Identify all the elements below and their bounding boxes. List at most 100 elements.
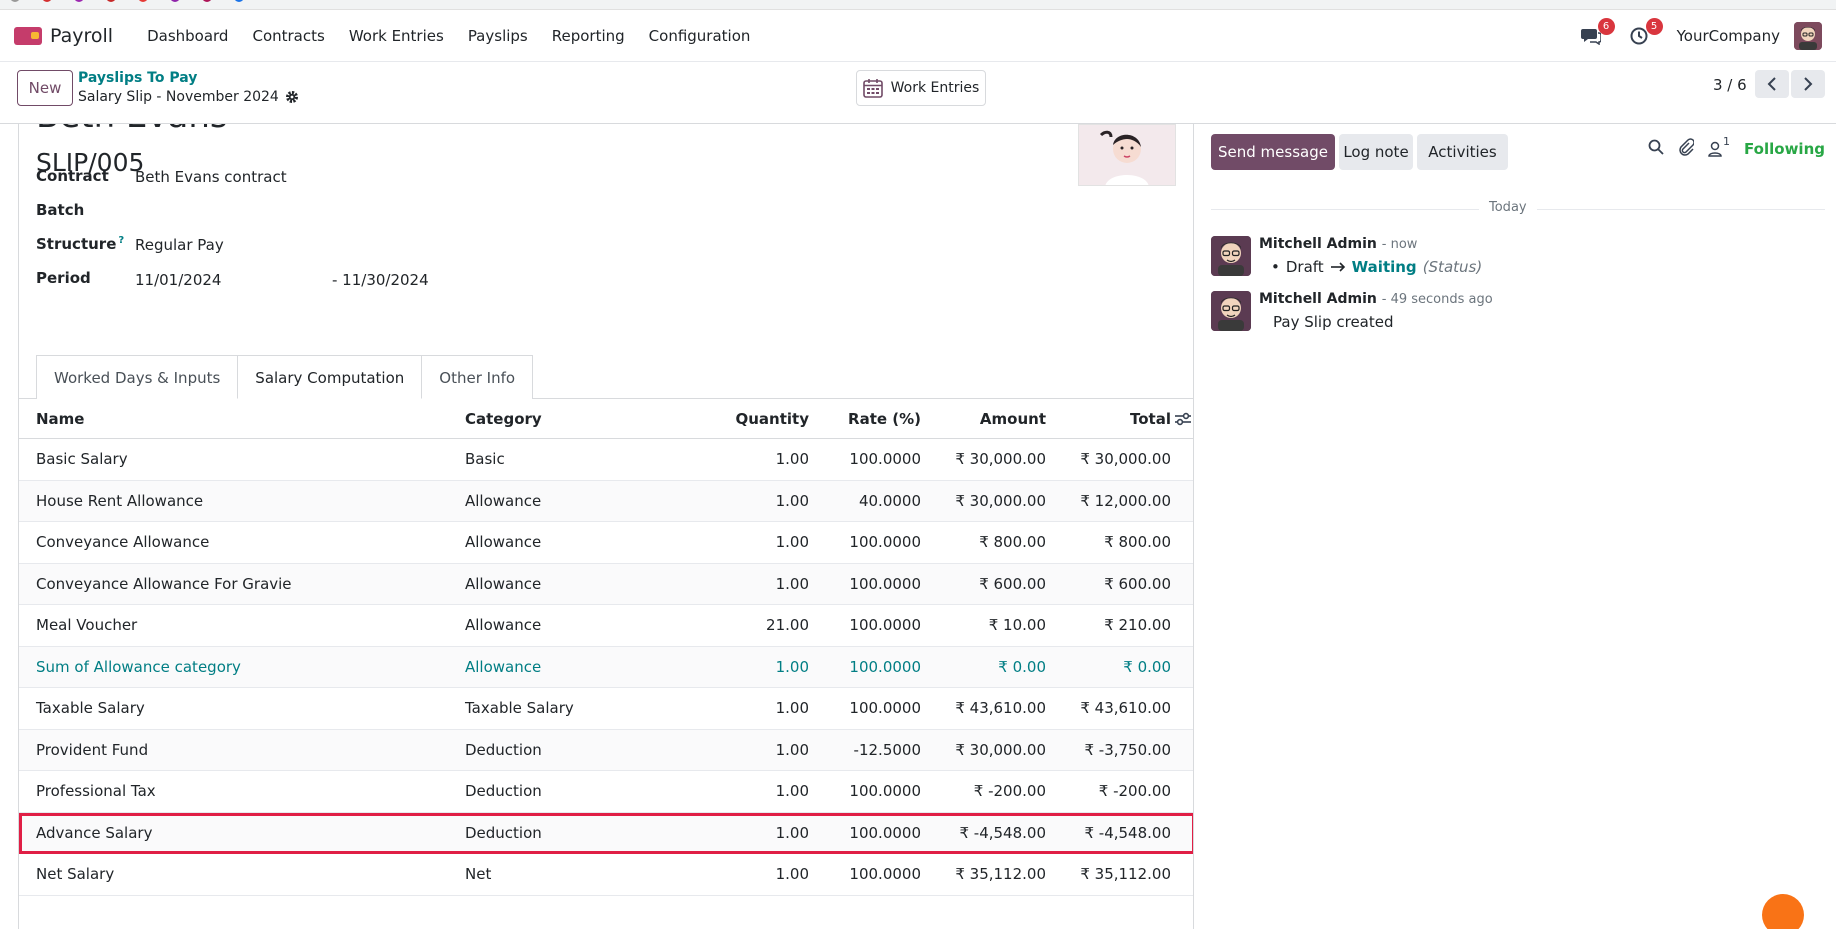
bookmark-item[interactable] bbox=[170, 0, 180, 2]
table-row[interactable]: Provident Fund Deduction 1.00 -12.5000 ₹ 30,… bbox=[19, 729, 1193, 771]
author-name[interactable]: Mitchell Admin bbox=[1259, 236, 1377, 252]
cell-name: House Rent Allowance bbox=[36, 491, 204, 510]
message-body: Pay Slip created bbox=[1273, 313, 1394, 331]
message-author[interactable]: Mitchell Admin - now bbox=[1259, 236, 1417, 252]
pager-next-button[interactable] bbox=[1791, 70, 1825, 98]
table-row-advance-salary[interactable]: Advance Salary Deduction 1.00 100.0000 ₹ -4,… bbox=[19, 812, 1193, 854]
bookmark-item[interactable] bbox=[10, 0, 20, 2]
cell-quantity: 1.00 bbox=[775, 823, 809, 842]
bookmark-item[interactable] bbox=[106, 0, 116, 2]
browser-bookmarks-bar bbox=[0, 0, 1836, 10]
bookmark-item[interactable] bbox=[74, 0, 84, 2]
column-header-quantity[interactable]: Quantity bbox=[655, 410, 810, 428]
structure-help-tooltip[interactable]: ? bbox=[118, 235, 124, 246]
period-to-field[interactable]: - 11/30/2024 bbox=[332, 271, 429, 289]
cell-quantity: 21.00 bbox=[766, 616, 809, 635]
cell-category: Allowance bbox=[465, 616, 542, 635]
user-icon bbox=[1708, 141, 1722, 157]
send-message-button[interactable]: Send message bbox=[1211, 134, 1335, 170]
table-row[interactable]: Basic Salary Basic 1.00 100.0000 ₹ 30,000.00… bbox=[19, 439, 1193, 481]
cell-quantity: 1.00 bbox=[775, 699, 809, 718]
bookmark-item[interactable] bbox=[202, 0, 212, 2]
message-author[interactable]: Mitchell Admin - 49 seconds ago bbox=[1259, 291, 1493, 307]
cell-name: Provident Fund bbox=[36, 740, 149, 759]
tab-other-info[interactable]: Other Info bbox=[421, 355, 534, 399]
column-header-amount[interactable]: Amount bbox=[921, 410, 1046, 428]
payslip-form-sheet: Beth Evans SLIP/005 Contract Beth Evans … bbox=[18, 124, 1194, 929]
cell-rate: 40.0000 bbox=[858, 491, 921, 510]
gear-icon[interactable] bbox=[285, 90, 299, 104]
table-row[interactable]: Taxable Salary Taxable Salary 1.00 100.0000… bbox=[19, 688, 1193, 730]
menu-payslips[interactable]: Payslips bbox=[456, 10, 540, 62]
contract-field[interactable]: Beth Evans contract bbox=[135, 168, 287, 186]
followers-button[interactable]: 1 bbox=[1708, 135, 1730, 157]
log-note-button[interactable]: Log note bbox=[1339, 134, 1413, 170]
pager-value[interactable]: 3 / 6 bbox=[1713, 76, 1747, 94]
floating-assistant-icon[interactable] bbox=[1762, 894, 1804, 929]
batch-field[interactable] bbox=[135, 202, 455, 222]
table-row[interactable]: Conveyance Allowance For Gravie Allowance… bbox=[19, 563, 1193, 605]
payroll-app-icon[interactable] bbox=[14, 26, 42, 45]
table-row[interactable]: House Rent Allowance Allowance 1.00 40.0000… bbox=[19, 480, 1193, 522]
work-entries-smart-button[interactable]: Work Entries bbox=[856, 70, 986, 106]
table-row[interactable]: Meal Voucher Allowance 21.00 100.0000 ₹ 10.0… bbox=[19, 605, 1193, 647]
column-header-total[interactable]: Total bbox=[1046, 410, 1171, 428]
employee-name[interactable]: Beth Evans bbox=[36, 124, 228, 136]
column-header-category[interactable]: Category bbox=[465, 410, 655, 428]
breadcrumb-payslips-to-pay[interactable]: Payslips To Pay bbox=[78, 70, 197, 86]
new-button[interactable]: New bbox=[17, 70, 73, 106]
cell-total: ₹ -4,548.00 bbox=[1084, 823, 1171, 842]
author-avatar[interactable] bbox=[1211, 291, 1251, 331]
structure-field[interactable]: Regular Pay bbox=[135, 236, 224, 254]
bookmark-item[interactable] bbox=[234, 0, 244, 2]
tab-salary-computation[interactable]: Salary Computation bbox=[237, 355, 423, 399]
employee-photo[interactable] bbox=[1078, 124, 1176, 186]
menu-reporting[interactable]: Reporting bbox=[540, 10, 637, 62]
menu-contracts[interactable]: Contracts bbox=[240, 10, 336, 62]
period-from-field[interactable]: 11/01/2024 bbox=[135, 271, 221, 289]
cell-amount: ₹ 0.00 bbox=[998, 657, 1046, 676]
following-button[interactable]: Following bbox=[1744, 140, 1825, 158]
structure-label-text: Structure bbox=[36, 235, 117, 253]
app-name[interactable]: Payroll bbox=[50, 25, 113, 47]
paperclip-icon[interactable] bbox=[1678, 138, 1695, 160]
table-row[interactable]: Professional Tax Deduction 1.00 100.0000 ₹ -… bbox=[19, 771, 1193, 813]
arrow-right-icon bbox=[1330, 262, 1345, 272]
company-switcher[interactable]: YourCompany bbox=[1677, 27, 1780, 45]
cell-total: ₹ 43,610.00 bbox=[1080, 699, 1171, 718]
cell-quantity: 1.00 bbox=[775, 450, 809, 469]
cell-name: Professional Tax bbox=[36, 782, 156, 801]
author-avatar[interactable] bbox=[1211, 236, 1251, 276]
cell-category: Basic bbox=[465, 450, 505, 469]
column-header-rate[interactable]: Rate (%) bbox=[809, 410, 921, 428]
search-icon[interactable] bbox=[1648, 139, 1664, 159]
cell-name: Advance Salary bbox=[36, 823, 153, 842]
menu-dashboard[interactable]: Dashboard bbox=[135, 10, 240, 62]
author-name[interactable]: Mitchell Admin bbox=[1259, 291, 1377, 307]
table-row[interactable]: Sum of Allowance category Allowance 1.00 10… bbox=[19, 646, 1193, 688]
calendar-icon bbox=[862, 79, 883, 98]
cell-amount: ₹ 30,000.00 bbox=[955, 740, 1046, 759]
table-row[interactable]: Net Salary Net 1.00 100.0000 ₹ 35,112.00 ₹ 35… bbox=[19, 854, 1193, 896]
tab-worked-days-inputs[interactable]: Worked Days & Inputs bbox=[36, 355, 239, 399]
menu-configuration[interactable]: Configuration bbox=[637, 10, 763, 62]
cell-name: Sum of Allowance category bbox=[36, 657, 241, 676]
activities-button[interactable]: Activities bbox=[1417, 134, 1508, 170]
cell-rate: 100.0000 bbox=[849, 823, 921, 842]
optional-columns-toggle[interactable] bbox=[1171, 412, 1193, 426]
activities-clock-icon[interactable]: 5 bbox=[1625, 18, 1663, 50]
cell-amount: ₹ 800.00 bbox=[979, 533, 1046, 552]
tracking-value: • Draft Waiting (Status) bbox=[1271, 258, 1482, 276]
cell-total: ₹ 600.00 bbox=[1104, 574, 1171, 593]
cell-category: Deduction bbox=[465, 782, 542, 801]
user-avatar[interactable] bbox=[1794, 22, 1822, 50]
menu-work-entries[interactable]: Work Entries bbox=[337, 10, 456, 62]
table-row[interactable]: Conveyance Allowance Allowance 1.00 100.000… bbox=[19, 522, 1193, 564]
bookmark-item[interactable] bbox=[138, 0, 148, 2]
messages-icon[interactable]: 6 bbox=[1577, 18, 1615, 50]
cell-rate: 100.0000 bbox=[849, 699, 921, 718]
bookmark-item[interactable] bbox=[42, 0, 52, 2]
pager-previous-button[interactable] bbox=[1755, 70, 1789, 98]
cell-amount: ₹ 30,000.00 bbox=[955, 450, 1046, 469]
column-header-name[interactable]: Name bbox=[19, 410, 465, 428]
